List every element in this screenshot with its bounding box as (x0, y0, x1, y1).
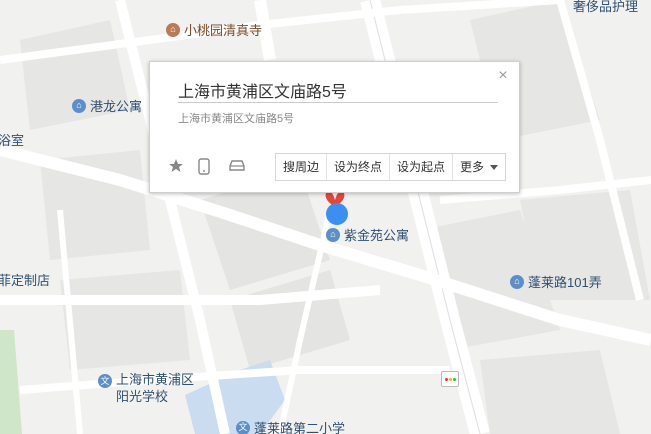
edge-label-left-lower: 菲定制店 (0, 273, 51, 288)
info-actions: 搜周边 设为终点 设为起点 更多 (275, 153, 507, 181)
poi-ganglong[interactable]: ⌂ 港龙公寓 (72, 96, 142, 115)
car-icon[interactable] (228, 158, 246, 176)
poi-yangguang-school[interactable]: 文 上海市黄浦区 阳光学校 (98, 371, 194, 405)
poi-penglai-school-label: 蓬莱路第二小学 (254, 421, 346, 434)
school-icon: 文 (98, 374, 112, 388)
edge-label-top-right: 奢侈品护理 (573, 0, 639, 14)
school-icon: 文 (236, 420, 250, 434)
building-icon: ⌂ (510, 274, 524, 289)
poi-ganglong-label: 港龙公寓 (90, 99, 143, 114)
mosque-icon: ⌂ (166, 22, 180, 37)
chevron-down-icon (490, 164, 499, 170)
poi-penglai-school[interactable]: 文 蓬莱路第二小学 (236, 418, 345, 434)
info-address: 上海市黄浦区文庙路5号 (178, 113, 295, 125)
poi-penglai101-label: 蓬莱路101弄 (528, 275, 602, 290)
search-nearby-button[interactable]: 搜周边 (276, 154, 328, 180)
poi-penglai101[interactable]: ⌂ 蓬莱路101弄 (510, 272, 602, 291)
building-icon: ⌂ (72, 98, 86, 113)
poi-yangguang-label: 上海市黄浦区 阳光学校 (116, 371, 194, 405)
map-canvas[interactable]: ⌂ 小桃园清真寺 ⌂ 港龙公寓 ⌂ 紫金苑公寓 ⌂ 蓬莱路101弄 文 上海市黄… (0, 0, 651, 434)
info-window: × 上海市黄浦区文庙路5号 上海市黄浦区文庙路5号 搜周边 设为终点 设为起点 … (149, 61, 520, 193)
close-icon[interactable]: × (496, 68, 510, 84)
set-origin-button[interactable]: 设为起点 (390, 154, 454, 180)
poi-yangguang-line2: 阳光学校 (116, 389, 169, 404)
more-label: 更多 (460, 160, 485, 174)
star-icon[interactable] (168, 158, 186, 176)
set-destination-button[interactable]: 设为终点 (327, 154, 391, 180)
info-divider (178, 102, 498, 103)
poi-mosque-label: 小桃园清真寺 (184, 23, 263, 38)
more-button[interactable]: 更多 (453, 154, 505, 180)
poi-mosque[interactable]: ⌂ 小桃园清真寺 (166, 20, 262, 39)
traffic-light-icon[interactable] (441, 371, 459, 387)
edge-label-left-mid: 浴室 (0, 133, 25, 148)
info-title: 上海市黄浦区文庙路5号 (178, 84, 347, 101)
location-marker-blue[interactable] (324, 202, 350, 234)
phone-icon[interactable] (198, 158, 216, 176)
poi-yangguang-line1: 上海市黄浦区 (116, 372, 195, 387)
